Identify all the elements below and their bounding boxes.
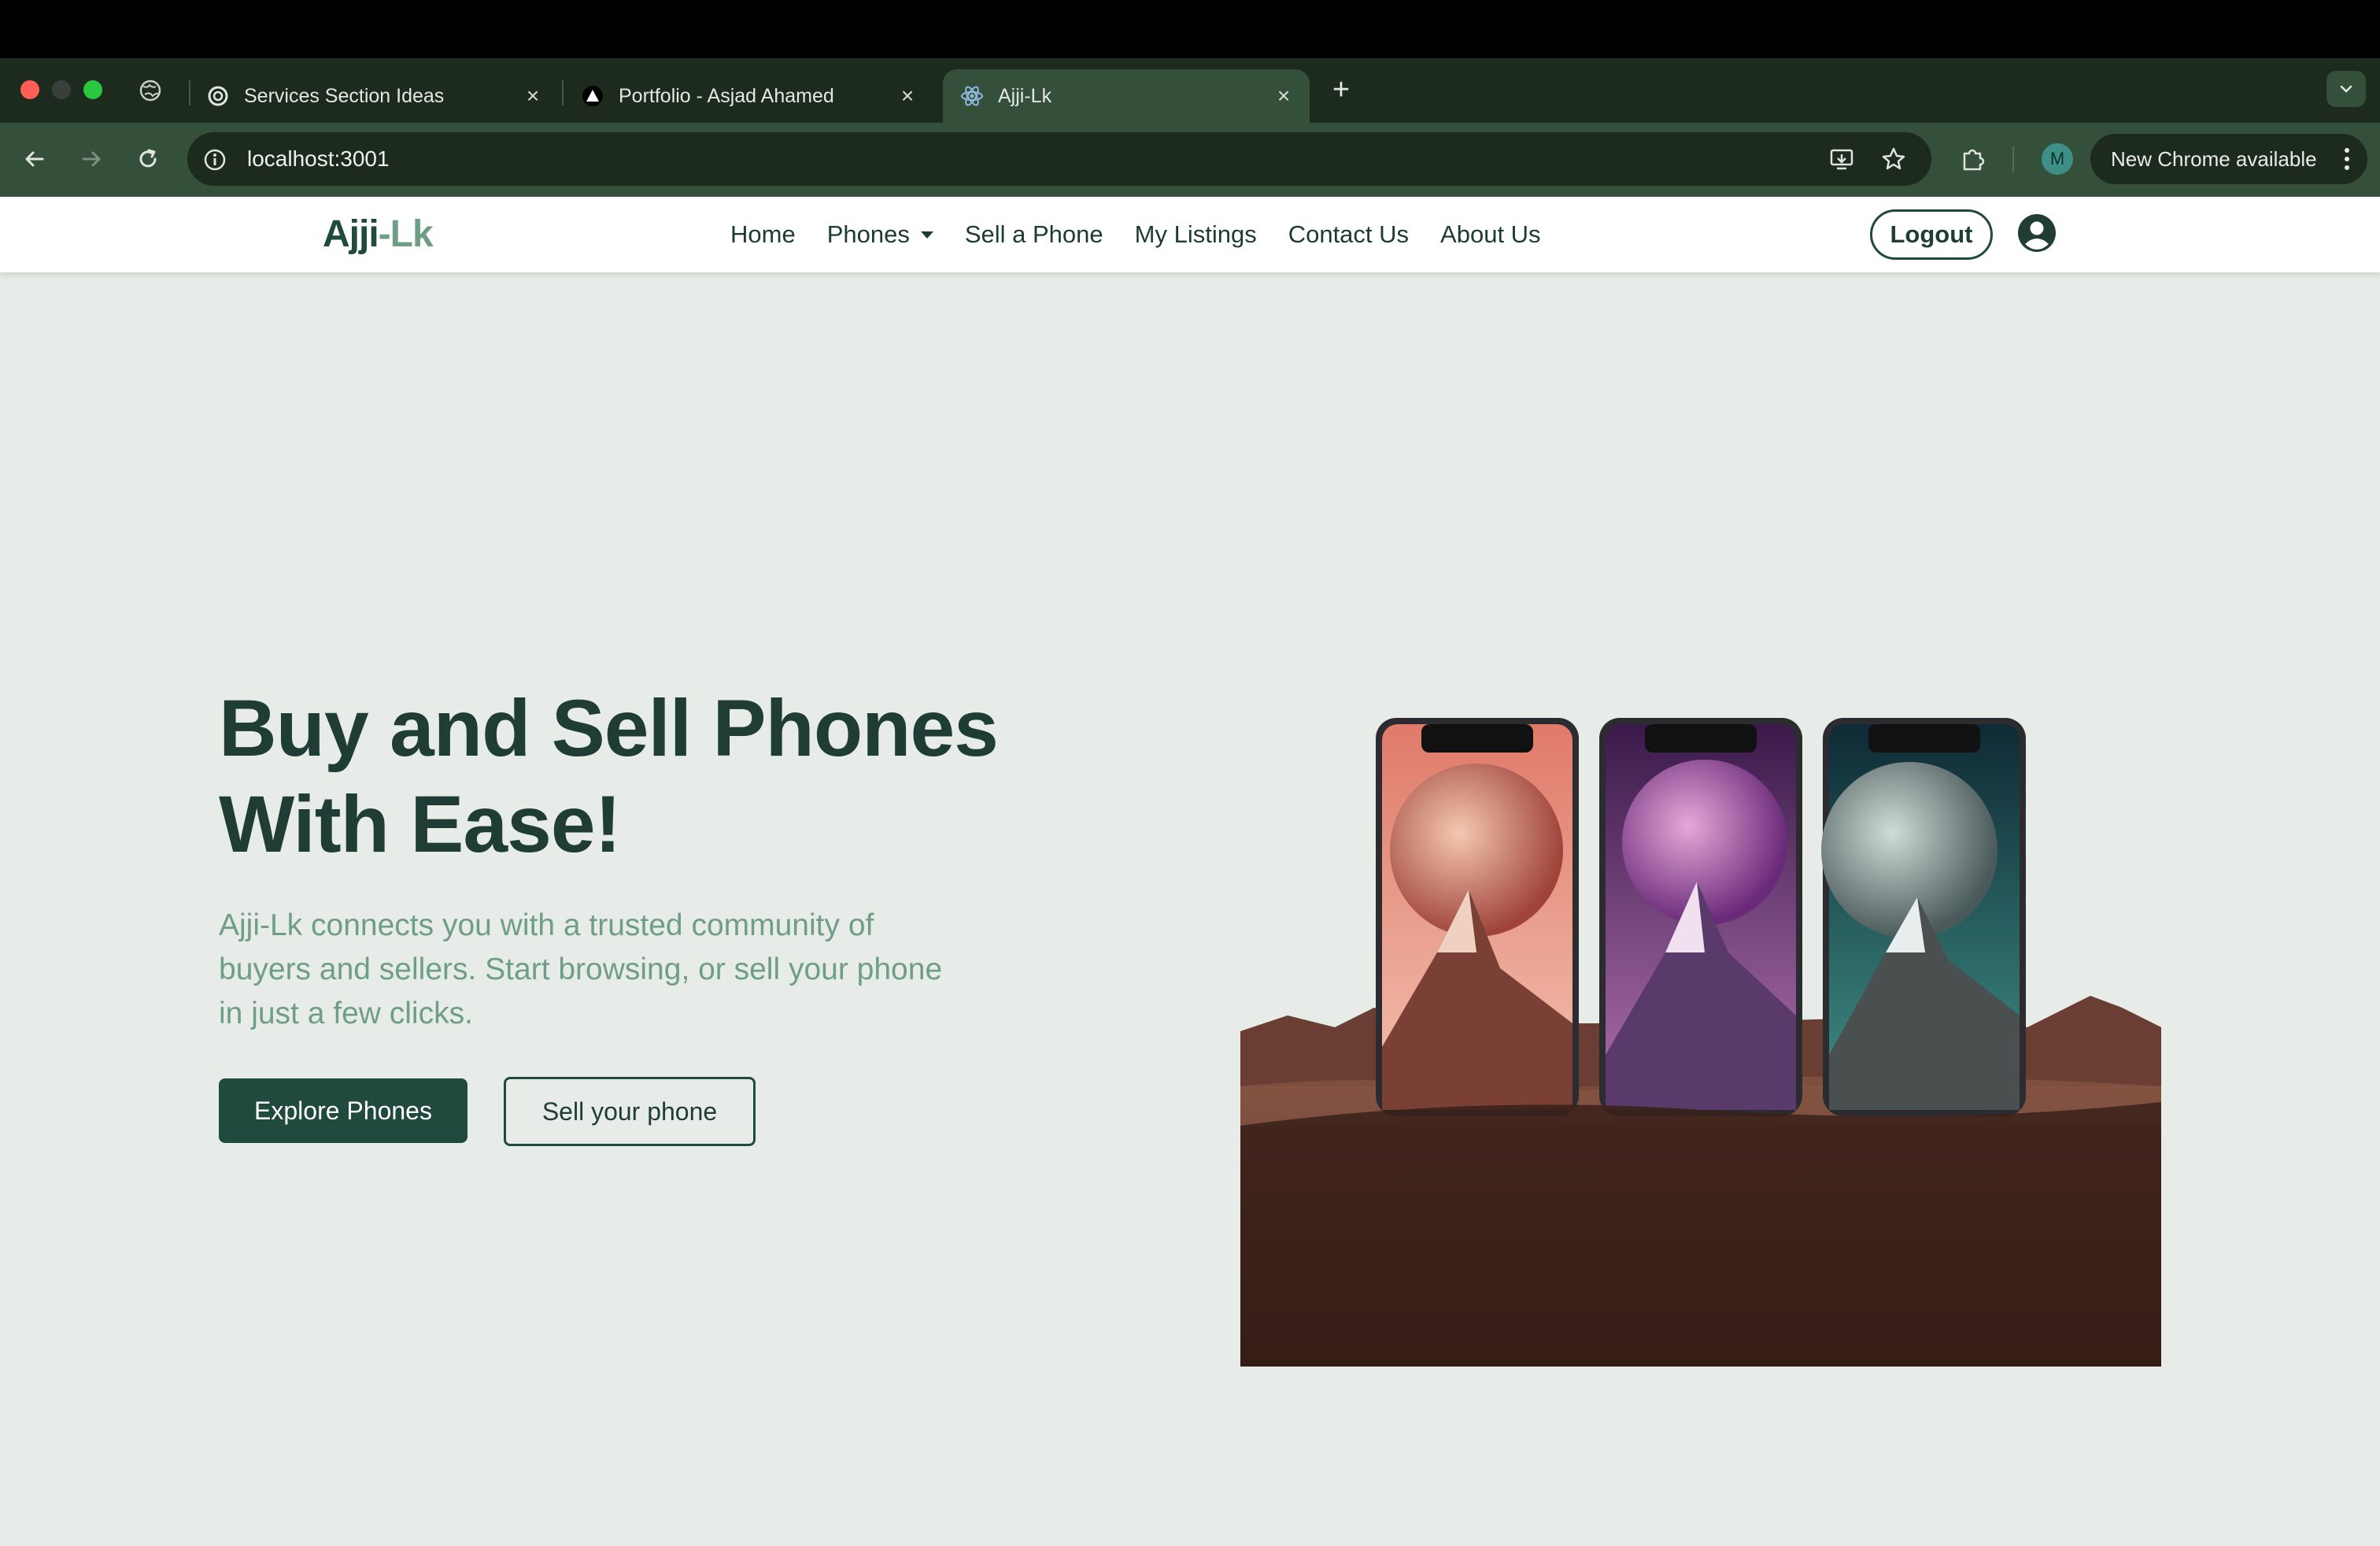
site-navbar: Ajji-Lk Home Phones Sell a Phone My List… bbox=[0, 197, 2380, 272]
logout-button[interactable]: Logout bbox=[1870, 209, 1993, 260]
nav-phones-dropdown[interactable]: Phones bbox=[827, 220, 933, 249]
new-tab-button[interactable]: + bbox=[1327, 73, 1355, 106]
back-button[interactable] bbox=[17, 142, 52, 176]
react-icon bbox=[960, 84, 984, 108]
tab-title: Ajji-Lk bbox=[998, 84, 1052, 107]
nav-sell-phone[interactable]: Sell a Phone bbox=[965, 220, 1103, 249]
window-zoom-button[interactable] bbox=[83, 80, 102, 99]
nav-home[interactable]: Home bbox=[730, 220, 796, 249]
info-icon[interactable] bbox=[201, 146, 228, 173]
logo-dash: - bbox=[378, 213, 391, 255]
close-icon[interactable]: × bbox=[894, 83, 921, 109]
browser-tab-services[interactable]: Services Section Ideas × bbox=[189, 69, 559, 123]
toolbar-separator bbox=[2012, 146, 2014, 172]
triangle-icon bbox=[581, 84, 604, 108]
update-label: New Chrome available bbox=[2111, 146, 2317, 171]
tab-title: Services Section Ideas bbox=[244, 84, 445, 107]
openai-icon bbox=[206, 84, 230, 108]
nav-links: Home Phones Sell a Phone My Listings Con… bbox=[730, 214, 1572, 255]
tab-title: Portfolio - Asjad Ahamed bbox=[619, 84, 834, 107]
caret-down-icon bbox=[920, 231, 933, 239]
hero-title-line-2: With Ease! bbox=[219, 779, 622, 869]
browser-tab-ajji-lk[interactable]: Ajji-Lk × bbox=[943, 69, 1310, 123]
profile-avatar[interactable]: M bbox=[2042, 143, 2073, 175]
nav-contact[interactable]: Contact Us bbox=[1288, 220, 1409, 249]
forward-button[interactable] bbox=[74, 142, 109, 176]
hero-description: Ajji-Lk connects you with a trusted comm… bbox=[219, 908, 943, 1030]
logo-accent: Lk bbox=[390, 213, 434, 255]
bookmark-star-icon[interactable] bbox=[1879, 145, 1908, 173]
reload-button[interactable] bbox=[131, 142, 165, 176]
reload-icon bbox=[139, 149, 157, 168]
hero-title-line-1: Buy and Sell Phones bbox=[219, 683, 999, 773]
user-account-icon[interactable] bbox=[2016, 213, 2057, 253]
chevron-down-icon bbox=[2340, 85, 2352, 93]
url-text[interactable]: localhost:3001 bbox=[247, 145, 390, 173]
browser-tab-portfolio[interactable]: Portfolio - Asjad Ahamed × bbox=[564, 69, 933, 123]
site-logo[interactable]: Ajji-Lk bbox=[323, 213, 434, 257]
chrome-update-button[interactable]: New Chrome available bbox=[2090, 134, 2367, 184]
tab-search-button[interactable] bbox=[2326, 71, 2366, 107]
arrow-left-icon bbox=[25, 151, 44, 167]
close-icon[interactable]: × bbox=[1270, 83, 1297, 109]
hero-title: Buy and Sell Phones With Ease! bbox=[219, 680, 1163, 872]
nav-about[interactable]: About Us bbox=[1440, 220, 1541, 249]
arrow-right-icon bbox=[82, 151, 101, 167]
web-page: Ajji-Lk Home Phones Sell a Phone My List… bbox=[0, 197, 2380, 1546]
address-bar[interactable] bbox=[187, 132, 1931, 186]
screen-top-bar bbox=[0, 0, 2380, 58]
extensions-icon[interactable] bbox=[1958, 145, 1986, 173]
globe-icon[interactable] bbox=[139, 79, 162, 102]
close-icon[interactable]: × bbox=[519, 83, 546, 109]
window-minimize-button[interactable] bbox=[52, 80, 71, 99]
explore-phones-button[interactable]: Explore Phones bbox=[219, 1078, 468, 1143]
nav-my-listings[interactable]: My Listings bbox=[1135, 220, 1257, 249]
sell-your-phone-button[interactable]: Sell your phone bbox=[504, 1077, 756, 1146]
install-app-icon[interactable] bbox=[1828, 145, 1856, 173]
hero-phones-image bbox=[1240, 718, 2161, 1367]
more-menu-icon bbox=[2345, 148, 2349, 170]
logo-main: Ajji bbox=[323, 213, 379, 255]
nav-phones-label: Phones bbox=[826, 220, 910, 248]
window-close-button[interactable] bbox=[20, 80, 39, 99]
